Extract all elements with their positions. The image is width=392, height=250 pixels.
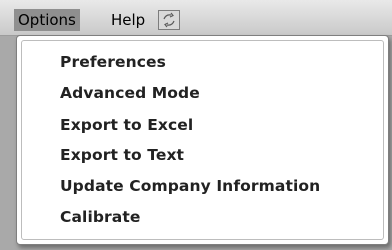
menu-item-export-to-text[interactable]: Export to Text: [60, 143, 184, 167]
menu-item-update-company-information[interactable]: Update Company Information: [60, 174, 320, 198]
menu-item-preferences[interactable]: Preferences: [60, 50, 166, 74]
sync-icon[interactable]: [158, 10, 180, 30]
menu-item-calibrate[interactable]: Calibrate: [60, 205, 140, 229]
menu-item-advanced-mode[interactable]: Advanced Mode: [60, 81, 200, 105]
help-menu[interactable]: Help: [107, 9, 149, 31]
menu-bar: Options Help: [0, 0, 392, 36]
menu-item-export-to-excel[interactable]: Export to Excel: [60, 113, 193, 137]
options-menu[interactable]: Options: [14, 9, 80, 31]
options-dropdown: Preferences Advanced Mode Export to Exce…: [16, 35, 389, 245]
